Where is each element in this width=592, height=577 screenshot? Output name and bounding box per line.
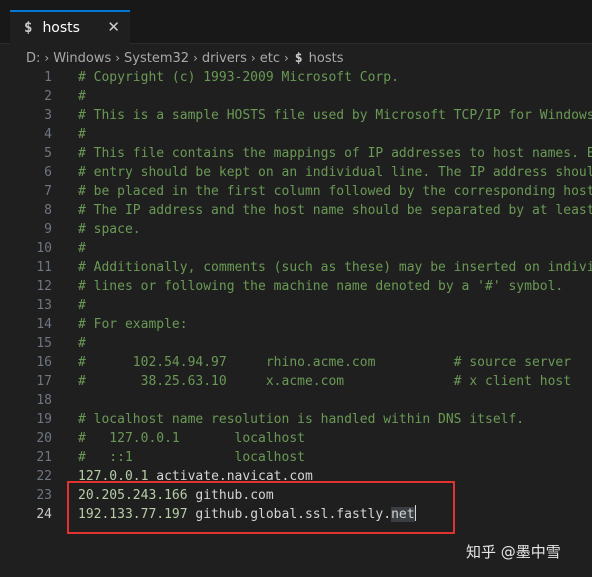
chevron-right-icon: › [193, 51, 198, 65]
line-number: 5 [44, 146, 52, 161]
comment-text: # localhost name resolution is handled w… [78, 412, 525, 427]
chevron-right-icon: › [115, 51, 121, 65]
line-number: 23 [36, 488, 52, 503]
breadcrumb-item-system32[interactable]: System32 [124, 51, 189, 66]
code-line[interactable]: 5 # This file contains the mappings of IP… [0, 144, 592, 163]
line-number: 1 [44, 70, 52, 85]
code-line[interactable]: 12 # lines or following the machine name … [0, 277, 592, 296]
comment-text: # [78, 298, 86, 313]
line-number: 18 [36, 393, 52, 408]
comment-text: # be placed in the first column followed… [78, 184, 592, 199]
code-line[interactable]: 20 # 127.0.0.1 localhost [0, 429, 592, 448]
code-line[interactable]: 2 # [0, 87, 592, 106]
line-number: 10 [36, 241, 52, 256]
code-line[interactable]: 16 # 102.54.94.97 rhino.acme.com # source… [0, 353, 592, 372]
dollar-icon: $ [24, 20, 33, 36]
line-number: 24 [36, 507, 52, 522]
line-number: 20 [36, 431, 52, 446]
code-line[interactable]: 11 # Additionally, comments (such as thes… [0, 258, 592, 277]
comment-text: # Additionally, comments (such as these)… [78, 260, 592, 275]
breadcrumb-item-windows[interactable]: Windows [53, 51, 111, 66]
line-number: 9 [44, 222, 52, 237]
line-number: 6 [44, 165, 52, 180]
line-number: 11 [36, 260, 52, 275]
code-line[interactable]: 8 # The IP address and the host name shou… [0, 201, 592, 220]
chevron-right-icon: › [44, 51, 50, 65]
tab-hosts[interactable]: $ hosts ✕ [10, 10, 130, 44]
code-line[interactable]: 1 # Copyright (c) 1993-2009 Microsoft Cor… [0, 68, 592, 87]
line-number: 19 [36, 412, 52, 427]
line-number: 3 [44, 108, 52, 123]
chevron-right-icon: › [250, 51, 256, 65]
comment-text: # lines or following the machine name de… [78, 279, 564, 294]
breadcrumb-item-etc[interactable]: etc [260, 51, 280, 66]
code-line[interactable]: 18 [0, 391, 592, 410]
comment-text: # [78, 241, 86, 256]
breadcrumb-item-drivers[interactable]: drivers [202, 51, 247, 66]
line-number: 14 [36, 317, 52, 332]
comment-text: # [78, 336, 86, 351]
code-line[interactable]: 4 # [0, 125, 592, 144]
annotation-highlight-box [67, 481, 455, 534]
comment-text: # For example: [78, 317, 188, 332]
breadcrumb-item-hosts[interactable]: hosts [309, 51, 344, 66]
line-number: 4 [44, 127, 52, 142]
code-line[interactable]: 15 # [0, 334, 592, 353]
watermark: 知乎 @墨中雪 [466, 543, 561, 561]
line-number: 22 [36, 469, 52, 484]
code-line[interactable]: 17 # 38.25.63.10 x.acme.com # x client ho… [0, 372, 592, 391]
line-number: 2 [44, 89, 52, 104]
close-icon[interactable]: ✕ [107, 18, 120, 36]
line-number: 15 [36, 336, 52, 351]
tab-bar: $ hosts ✕ [0, 0, 592, 44]
code-line[interactable]: 7 # be placed in the first column followe… [0, 182, 592, 201]
line-number: 17 [36, 374, 52, 389]
code-line[interactable]: 14 # For example: [0, 315, 592, 334]
comment-text: # [78, 89, 86, 104]
line-number: 13 [36, 298, 52, 313]
dollar-icon: $ [294, 50, 303, 66]
comment-text: # 102.54.94.97 rhino.acme.com # source s… [78, 355, 572, 370]
comment-text: # 38.25.63.10 x.acme.com # x client host [78, 374, 572, 389]
comment-text: # This file contains the mappings of IP … [78, 146, 592, 161]
code-line[interactable]: 9 # space. [0, 220, 592, 239]
line-number: 12 [36, 279, 52, 294]
comment-text: # This is a sample HOSTS file used by Mi… [78, 108, 592, 123]
comment-text: # 127.0.0.1 localhost [78, 431, 305, 446]
comment-text: # Copyright (c) 1993-2009 Microsoft Corp… [78, 70, 399, 85]
line-number: 16 [36, 355, 52, 370]
code-line[interactable]: 13 # [0, 296, 592, 315]
line-number: 8 [44, 203, 52, 218]
breadcrumb-item-drive[interactable]: D: [26, 51, 40, 66]
comment-text: # The IP address and the host name shoul… [78, 203, 592, 218]
comment-text: # space. [78, 222, 141, 237]
code-line[interactable]: 3 # This is a sample HOSTS file used by M… [0, 106, 592, 125]
code-line[interactable]: 21 # ::1 localhost [0, 448, 592, 467]
chevron-right-icon: › [283, 51, 289, 65]
code-line[interactable]: 6 # entry should be kept on an individual… [0, 163, 592, 182]
comment-text: # entry should be kept on an individual … [78, 165, 592, 180]
tab-title: hosts [42, 20, 80, 36]
line-number: 7 [44, 184, 52, 199]
breadcrumb: D: › Windows › System32 › drivers › etc … [26, 49, 343, 67]
line-number: 21 [36, 450, 52, 465]
comment-text: # [78, 127, 86, 142]
code-editor[interactable]: 1 # Copyright (c) 1993-2009 Microsoft Cor… [0, 68, 592, 538]
comment-text: # ::1 localhost [78, 450, 305, 465]
code-line[interactable]: 10 # [0, 239, 592, 258]
code-line[interactable]: 19 # localhost name resolution is handled… [0, 410, 592, 429]
